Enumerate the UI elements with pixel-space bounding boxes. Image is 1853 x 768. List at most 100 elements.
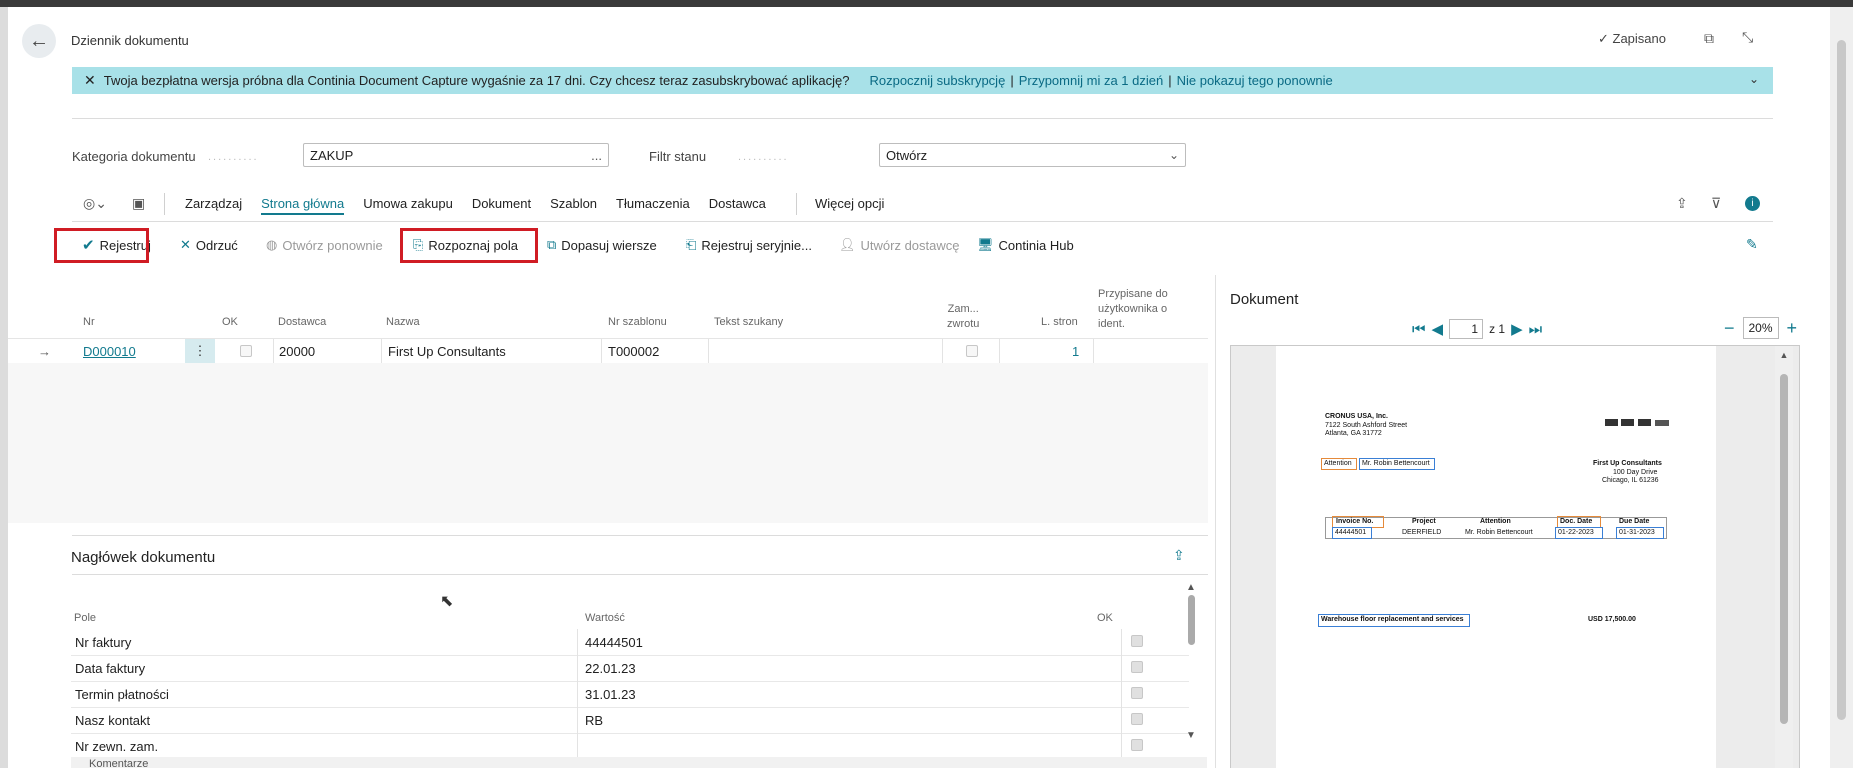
- scroll-up-icon[interactable]: ▲: [1184, 582, 1198, 593]
- col-template[interactable]: Nr szablonu: [608, 316, 667, 328]
- field-value[interactable]: RB: [585, 713, 603, 728]
- row-template[interactable]: T000002: [608, 344, 659, 359]
- comments-label[interactable]: Komentarze: [89, 758, 148, 768]
- page-scrollbar[interactable]: [1830, 7, 1853, 768]
- col-ok[interactable]: OK: [222, 316, 238, 328]
- field-ok-checkbox[interactable]: [1131, 635, 1143, 647]
- next-page-icon[interactable]: ▶: [1511, 320, 1523, 338]
- invoice-vendor: First Up Consultants: [1593, 460, 1662, 467]
- page-scroll-thumb[interactable]: [1837, 40, 1846, 720]
- batch-post-button[interactable]: ⎗ Rejestruj seryjnie...: [686, 229, 812, 261]
- reopen-button[interactable]: ◍ Otwórz ponownie: [266, 229, 383, 261]
- status-filter-select[interactable]: Otwórz ⌄: [879, 143, 1186, 167]
- document-scrollbar[interactable]: ▲: [1775, 346, 1793, 768]
- document-journal-page: ← Dziennik dokumentu ✓ Zapisano ⧉ ⤡ ✕ Tw…: [8, 7, 1830, 768]
- invoice-col-due-date: Due Date: [1619, 518, 1650, 525]
- lookup-button[interactable]: ...: [591, 148, 602, 163]
- collapse-icon[interactable]: ⤡: [1742, 29, 1753, 46]
- invoice-col-attention: Attention: [1480, 518, 1511, 525]
- highlight-register: [54, 228, 149, 263]
- row-vendor[interactable]: 20000: [279, 344, 315, 359]
- document-preview[interactable]: CRONUS USA, Inc. 7122 South Ashford Stre…: [1230, 345, 1800, 768]
- menu-translations[interactable]: Tłumaczenia: [616, 196, 690, 215]
- menu-purchase-agreement[interactable]: Umowa zakupu: [363, 196, 453, 215]
- col-return-order[interactable]: Zam... zwrotu: [947, 302, 979, 332]
- row-name[interactable]: First Up Consultants: [388, 344, 506, 359]
- menu-manage[interactable]: Zarządzaj: [185, 196, 242, 215]
- category-input[interactable]: ZAKUP ...: [303, 143, 609, 167]
- action-menu: Zarządzaj Strona główna Umowa zakupu Dok…: [185, 196, 785, 215]
- more-options[interactable]: Więcej opcji: [815, 196, 884, 211]
- back-button[interactable]: ←: [22, 24, 56, 58]
- col-vendor[interactable]: Dostawca: [278, 316, 326, 328]
- document-scroll-thumb[interactable]: [1780, 374, 1788, 724]
- view-options-icon[interactable]: ◎⌄: [83, 195, 107, 212]
- field-row[interactable]: Data faktury 22.01.23: [71, 655, 1189, 682]
- person-icon: 👤︎: [839, 237, 856, 252]
- reject-button[interactable]: ✕ Odrzuć: [180, 229, 238, 261]
- zoom-out-icon[interactable]: −: [1724, 318, 1735, 339]
- row-actions-button[interactable]: ⋮: [185, 339, 215, 363]
- scroll-thumb[interactable]: [1187, 595, 1195, 645]
- col-assigned-user[interactable]: Przypisane do użytkownika o ident.: [1098, 287, 1168, 332]
- share-icon[interactable]: ⇪: [1676, 195, 1688, 212]
- col-value[interactable]: Wartość: [585, 612, 625, 624]
- info-icon[interactable]: i: [1745, 196, 1760, 211]
- menu-template[interactable]: Szablon: [550, 196, 597, 215]
- fields-scrollbar[interactable]: ▲ ▼: [1184, 582, 1198, 752]
- col-nr[interactable]: Nr: [83, 316, 95, 328]
- open-new-window-icon[interactable]: ⧉: [1704, 30, 1714, 47]
- remind-later-link[interactable]: Przypomnij mi za 1 dzień: [1019, 73, 1164, 88]
- row-return-checkbox[interactable]: [966, 345, 978, 357]
- col-return-line1: Zam...: [947, 303, 979, 315]
- row-pages[interactable]: 1: [1072, 344, 1079, 359]
- field-row[interactable]: Nr zewn. zam.: [71, 733, 1189, 760]
- col-field[interactable]: Pole: [74, 612, 96, 624]
- field-row[interactable]: Termin płatności 31.01.23: [71, 681, 1189, 708]
- layout-icon[interactable]: ▣: [132, 195, 145, 212]
- zoom-in-icon[interactable]: +: [1787, 318, 1798, 339]
- filter-icon[interactable]: ⊽: [1711, 195, 1721, 212]
- row-pointer-icon: →: [38, 344, 51, 359]
- menu-home[interactable]: Strona główna: [261, 196, 345, 215]
- col-pages[interactable]: L. stron: [1041, 316, 1078, 328]
- col-field-ok[interactable]: OK: [1097, 612, 1113, 624]
- reopen-label: Otwórz ponownie: [282, 237, 383, 253]
- field-ok-checkbox[interactable]: [1131, 687, 1143, 699]
- col-search-text[interactable]: Tekst szukany: [714, 316, 783, 328]
- row-nr-link[interactable]: D000010: [83, 344, 136, 359]
- row-ok-checkbox[interactable]: [240, 345, 252, 357]
- field-value[interactable]: 22.01.23: [585, 661, 636, 676]
- dismiss-link[interactable]: Nie pokazuj tego ponownie: [1177, 73, 1333, 88]
- pin-icon[interactable]: ✎: [1746, 236, 1758, 253]
- close-icon[interactable]: ✕: [84, 72, 96, 89]
- zoom-controls: − 20% +: [1724, 317, 1797, 339]
- scroll-up-icon[interactable]: ▲: [1775, 346, 1793, 360]
- field-name: Nasz kontakt: [75, 713, 151, 728]
- field-row[interactable]: Nr faktury 44444501: [71, 629, 1189, 656]
- field-ok-checkbox[interactable]: [1131, 661, 1143, 673]
- chevron-down-icon: ⌄: [1168, 148, 1179, 162]
- prev-page-icon[interactable]: ◀: [1432, 320, 1444, 338]
- field-ok-checkbox[interactable]: [1131, 739, 1143, 751]
- field-value[interactable]: 31.01.23: [585, 687, 636, 702]
- col-name[interactable]: Nazwa: [386, 316, 420, 328]
- field-ok-checkbox[interactable]: [1131, 713, 1143, 725]
- subscribe-link[interactable]: Rozpocznij subskrypcję: [869, 73, 1005, 88]
- menu-document[interactable]: Dokument: [472, 196, 531, 215]
- share-icon[interactable]: ⇪: [1173, 547, 1185, 564]
- col-assigned-line3: ident.: [1098, 318, 1125, 330]
- scroll-down-icon[interactable]: ▼: [1184, 730, 1198, 741]
- last-page-icon[interactable]: ⏭: [1529, 321, 1543, 338]
- page-number-input[interactable]: 1: [1449, 319, 1484, 339]
- menu-vendor[interactable]: Dostawca: [709, 196, 766, 215]
- zoom-input[interactable]: 20%: [1742, 317, 1779, 339]
- chevron-down-icon[interactable]: ⌄: [1749, 72, 1759, 86]
- field-row[interactable]: Nasz kontakt RB: [71, 707, 1189, 734]
- table-row[interactable]: → D000010 ⋮ 20000 First Up Consultants T…: [8, 338, 1208, 364]
- continia-hub-button[interactable]: 🖥︎ Continia Hub: [977, 229, 1074, 261]
- match-lines-button[interactable]: ⧉ Dopasuj wiersze: [547, 229, 657, 261]
- field-value[interactable]: 44444501: [585, 635, 643, 650]
- first-page-icon[interactable]: ⏮: [1412, 321, 1426, 338]
- create-vendor-button[interactable]: 👤︎ Utwórz dostawcę: [839, 229, 960, 261]
